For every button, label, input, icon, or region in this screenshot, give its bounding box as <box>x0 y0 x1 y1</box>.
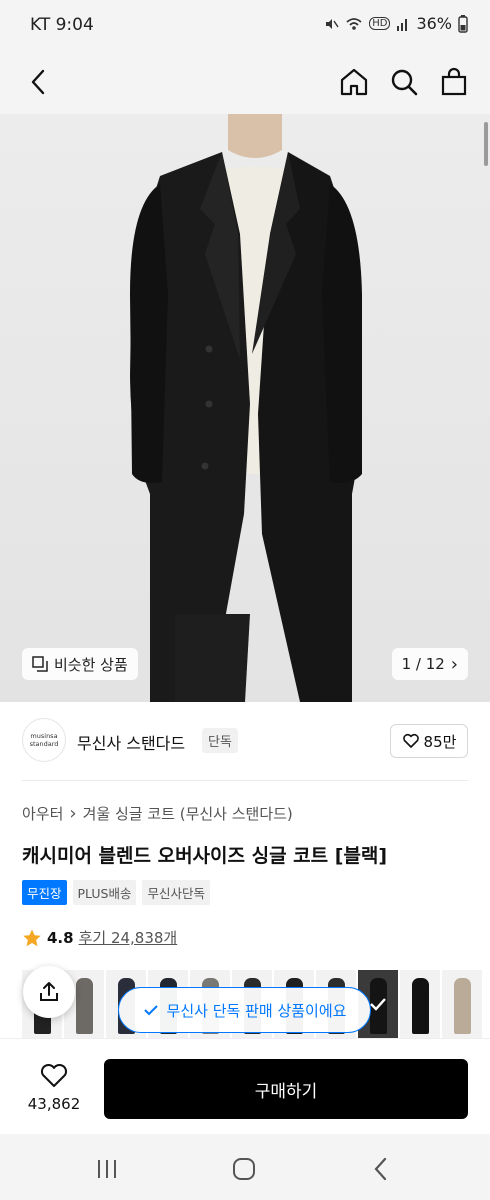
heart-icon <box>402 733 419 748</box>
scroll-indicator <box>484 122 488 166</box>
rating-row: 4.8 후기 24,838개 <box>22 927 177 948</box>
check-icon <box>370 998 386 1011</box>
brand-like-button[interactable]: 85만 <box>390 724 468 758</box>
home-button[interactable] <box>336 64 372 100</box>
rating-value: 4.8 <box>47 928 74 947</box>
system-nav-bar <box>0 1134 490 1200</box>
product-photo <box>130 114 362 702</box>
system-back-button[interactable] <box>366 1154 396 1184</box>
hd-icon: HD <box>369 17 391 30</box>
product-title: 캐시미어 블렌드 오버사이즈 싱글 코트 [블랙] <box>22 845 388 867</box>
back-chevron-icon <box>374 1157 387 1181</box>
product-image-carousel[interactable]: 비슷한 상품 1 / 12 › <box>0 114 490 702</box>
brand-logo-line2: standard <box>29 740 59 748</box>
nav-actions <box>336 64 472 100</box>
similar-products-button[interactable]: 비슷한 상품 <box>22 648 138 680</box>
tag-mujinjang: 무진장 <box>22 880 67 905</box>
similar-icon <box>32 656 48 672</box>
home-circle-icon <box>233 1158 255 1180</box>
brand-logo-line1: musinsa <box>30 732 58 740</box>
thumbnail[interactable] <box>442 970 482 1038</box>
recent-apps-icon <box>98 1160 116 1178</box>
signal-icon <box>397 18 408 31</box>
shopping-bag-icon <box>441 67 467 96</box>
home-icon <box>340 68 368 96</box>
heart-icon <box>40 1063 68 1087</box>
breadcrumb: 아우터 › 겨울 싱글 코트 (무신사 스탠다드) <box>22 803 293 824</box>
tag-plus-delivery: PLUS배송 <box>72 880 137 905</box>
back-button[interactable] <box>22 64 58 100</box>
tag-musinsa-exclusive: 무신사단독 <box>142 880 210 905</box>
breadcrumb-separator: › <box>69 803 77 824</box>
home-system-button[interactable] <box>229 1154 259 1184</box>
brand-like-count: 85만 <box>423 732 457 751</box>
review-link[interactable]: 후기 24,838개 <box>79 927 178 948</box>
status-bar: KT 9:04 HD 36% <box>0 0 490 52</box>
carrier-time: KT 9:04 <box>30 15 94 35</box>
mute-icon <box>326 18 339 29</box>
brand-logo[interactable]: musinsa standard <box>22 718 66 762</box>
image-counter: 1 / 12 <box>401 655 445 673</box>
brand-name[interactable]: 무신사 스탠다드 <box>77 730 185 754</box>
bottom-action-bar: 43,862 구매하기 <box>0 1038 490 1134</box>
product-tags: 무진장 PLUS배송 무신사단독 <box>22 880 210 905</box>
brand-row: musinsa standard 무신사 스탠다드 단독 85만 <box>0 702 490 780</box>
thumbnail[interactable] <box>400 970 440 1038</box>
similar-products-label: 비슷한 상품 <box>54 655 128 674</box>
toast-text: 무신사 단독 판매 상품이에요 <box>166 1001 347 1020</box>
breadcrumb-item-outer[interactable]: 아우터 <box>22 803 63 824</box>
breadcrumb-item-category[interactable]: 겨울 싱글 코트 (무신사 스탠다드) <box>83 803 293 824</box>
share-icon <box>40 982 58 1001</box>
recent-apps-button[interactable] <box>92 1154 122 1184</box>
wishlist-count: 43,862 <box>27 1095 81 1113</box>
buy-button[interactable]: 구매하기 <box>104 1059 468 1119</box>
image-counter-button[interactable]: 1 / 12 › <box>391 648 468 680</box>
status-icons: HD 36% <box>323 14 468 33</box>
chevron-right-icon: › <box>450 653 458 675</box>
exclusive-badge: 단독 <box>202 728 238 753</box>
search-icon <box>391 69 418 96</box>
battery-percent: 36% <box>416 14 452 33</box>
wifi-icon <box>346 17 362 30</box>
wishlist-button[interactable]: 43,862 <box>22 1061 86 1113</box>
back-arrow-icon <box>31 69 45 95</box>
search-button[interactable] <box>386 64 422 100</box>
top-nav-bar <box>0 52 490 114</box>
cart-button[interactable] <box>436 64 472 100</box>
check-icon <box>143 1005 158 1016</box>
battery-icon <box>458 14 468 33</box>
share-button[interactable] <box>23 966 75 1018</box>
exclusive-toast: 무신사 단독 판매 상품이에요 <box>118 987 371 1033</box>
star-icon <box>23 929 41 946</box>
divider <box>22 780 468 781</box>
